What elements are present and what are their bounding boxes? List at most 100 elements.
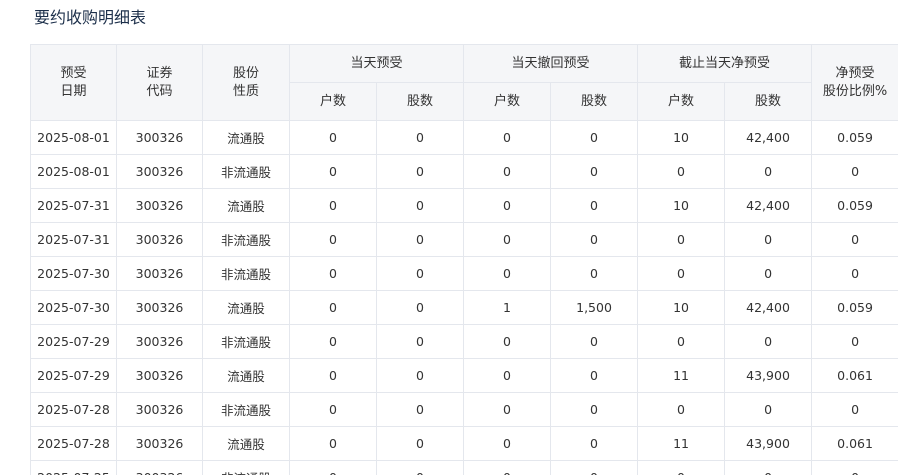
cell-net-households: 0 bbox=[637, 256, 726, 291]
table-row: 2025-07-29 300326 非流通股 0 0 0 0 0 0 0 bbox=[30, 324, 898, 359]
cell-withdraw-households: 0 bbox=[463, 392, 552, 427]
cell-date: 2025-07-28 bbox=[30, 392, 117, 427]
cell-today-shares: 0 bbox=[375, 256, 465, 291]
cell-withdraw-shares: 0 bbox=[550, 256, 639, 291]
page: 要约收购明细表 预受 日期 证券 代码 股份 性质 当天预受 当天撤回预受 截止… bbox=[0, 0, 908, 475]
cell-net-ratio: 0.061 bbox=[811, 426, 898, 461]
cell-today-households: 0 bbox=[289, 188, 377, 223]
cell-net-shares: 42,400 bbox=[724, 188, 813, 223]
page-title: 要约收购明细表 bbox=[34, 8, 147, 27]
table-row: 2025-07-31 300326 流通股 0 0 0 0 10 42,400 0.059 bbox=[30, 188, 898, 223]
cell-withdraw-shares: 0 bbox=[550, 324, 639, 359]
cell-today-households: 0 bbox=[289, 256, 377, 291]
cell-net-ratio: 0.059 bbox=[811, 120, 898, 155]
cell-net-shares: 0 bbox=[724, 154, 813, 189]
cell-withdraw-shares: 0 bbox=[550, 358, 639, 393]
cell-net-ratio: 0 bbox=[811, 324, 898, 359]
header-net-ratio: 净预受 股份比例% bbox=[811, 44, 898, 121]
cell-net-ratio: 0 bbox=[811, 460, 898, 475]
header-net-shares: 股数 bbox=[724, 82, 813, 121]
cell-withdraw-households: 0 bbox=[463, 256, 552, 291]
cell-net-shares: 43,900 bbox=[724, 426, 813, 461]
cell-today-households: 0 bbox=[289, 358, 377, 393]
cell-today-shares: 0 bbox=[375, 426, 465, 461]
cell-net-ratio: 0.059 bbox=[811, 188, 898, 223]
cell-net-households: 0 bbox=[637, 154, 726, 189]
cell-net-ratio: 0 bbox=[811, 154, 898, 189]
cell-withdraw-shares: 0 bbox=[550, 460, 639, 475]
cell-net-ratio: 0.061 bbox=[811, 358, 898, 393]
cell-today-households: 0 bbox=[289, 120, 377, 155]
cell-share-type: 非流通股 bbox=[202, 256, 290, 291]
cell-share-type: 非流通股 bbox=[202, 392, 290, 427]
cell-today-shares: 0 bbox=[375, 460, 465, 475]
cell-today-shares: 0 bbox=[375, 392, 465, 427]
table-body: 2025-08-01 300326 流通股 0 0 0 0 10 42,400 0.059 2025… bbox=[30, 120, 898, 475]
cell-net-ratio: 0.059 bbox=[811, 290, 898, 325]
cell-net-ratio: 0 bbox=[811, 222, 898, 257]
cell-code: 300326 bbox=[116, 392, 203, 427]
cell-net-shares: 0 bbox=[724, 256, 813, 291]
cell-today-households: 0 bbox=[289, 154, 377, 189]
tender-offer-table: 预受 日期 证券 代码 股份 性质 当天预受 当天撤回预受 截止当天净预受 净预受 股份… bbox=[30, 44, 898, 475]
cell-withdraw-households: 0 bbox=[463, 358, 552, 393]
cell-date: 2025-07-31 bbox=[30, 222, 117, 257]
cell-share-type: 非流通股 bbox=[202, 154, 290, 189]
table-row: 2025-07-25300326非流通股0000000 bbox=[30, 460, 898, 475]
cell-today-shares: 0 bbox=[375, 222, 465, 257]
table-row: 2025-08-01 300326 非流通股 0 0 0 0 0 0 0 bbox=[30, 154, 898, 189]
cell-net-households: 11 bbox=[637, 358, 726, 393]
cell-withdraw-shares: 0 bbox=[550, 188, 639, 223]
cell-today-shares: 0 bbox=[375, 290, 465, 325]
cell-code: 300326 bbox=[116, 460, 203, 475]
cell-today-households: 0 bbox=[289, 290, 377, 325]
cell-share-type: 流通股 bbox=[202, 426, 290, 461]
header-group-today: 当天预受 bbox=[288, 44, 465, 83]
header-group-withdraw: 当天撤回预受 bbox=[463, 44, 639, 83]
cell-withdraw-shares: 1,500 bbox=[550, 290, 639, 325]
table-row: 2025-07-30 300326 流通股 0 0 1 1,500 10 42,400 0.059 bbox=[30, 290, 898, 325]
table-row: 2025-08-01 300326 流通股 0 0 0 0 10 42,400 0.059 bbox=[30, 120, 898, 155]
cell-code: 300326 bbox=[116, 256, 203, 291]
cell-today-households: 0 bbox=[289, 222, 377, 257]
cell-share-type: 流通股 bbox=[202, 290, 290, 325]
cell-withdraw-shares: 0 bbox=[550, 222, 639, 257]
table-row: 2025-07-30 300326 非流通股 0 0 0 0 0 0 0 bbox=[30, 256, 898, 291]
header-withdraw-shares: 股数 bbox=[550, 82, 639, 121]
cell-withdraw-households: 0 bbox=[463, 154, 552, 189]
cell-net-shares: 0 bbox=[724, 460, 813, 475]
cell-date: 2025-08-01 bbox=[30, 154, 117, 189]
cell-code: 300326 bbox=[116, 290, 203, 325]
cell-today-shares: 0 bbox=[375, 188, 465, 223]
cell-code: 300326 bbox=[116, 120, 203, 155]
cell-code: 300326 bbox=[116, 358, 203, 393]
cell-withdraw-households: 0 bbox=[463, 120, 552, 155]
cell-today-shares: 0 bbox=[375, 120, 465, 155]
cell-net-households: 10 bbox=[637, 120, 726, 155]
cell-today-households: 0 bbox=[289, 324, 377, 359]
cell-withdraw-households: 0 bbox=[463, 222, 552, 257]
cell-date: 2025-07-31 bbox=[30, 188, 117, 223]
cell-date: 2025-08-01 bbox=[30, 120, 117, 155]
cell-today-shares: 0 bbox=[375, 324, 465, 359]
cell-date: 2025-07-25 bbox=[30, 460, 117, 475]
cell-share-type: 流通股 bbox=[202, 120, 290, 155]
cell-net-households: 11 bbox=[637, 426, 726, 461]
header-net-households: 户数 bbox=[637, 82, 726, 121]
table-row: 2025-07-28 300326 流通股 0 0 0 0 11 43,900 0.061 bbox=[30, 426, 898, 461]
cell-date: 2025-07-29 bbox=[30, 358, 117, 393]
cell-code: 300326 bbox=[116, 154, 203, 189]
cell-net-shares: 0 bbox=[724, 324, 813, 359]
cell-net-ratio: 0 bbox=[811, 256, 898, 291]
cell-withdraw-shares: 0 bbox=[550, 392, 639, 427]
cell-date: 2025-07-29 bbox=[30, 324, 117, 359]
cell-date: 2025-07-28 bbox=[30, 426, 117, 461]
cell-share-type: 流通股 bbox=[202, 358, 290, 393]
header-share-type: 股份 性质 bbox=[202, 44, 290, 121]
header-date: 预受 日期 bbox=[30, 44, 117, 121]
cell-withdraw-households: 0 bbox=[463, 460, 552, 475]
cell-date: 2025-07-30 bbox=[30, 256, 117, 291]
table-row: 2025-07-31 300326 非流通股 0 0 0 0 0 0 0 bbox=[30, 222, 898, 257]
cell-net-households: 0 bbox=[637, 460, 726, 475]
tender-offer-table-container[interactable]: 预受 日期 证券 代码 股份 性质 当天预受 当天撤回预受 截止当天净预受 净预受 股份… bbox=[30, 44, 898, 475]
